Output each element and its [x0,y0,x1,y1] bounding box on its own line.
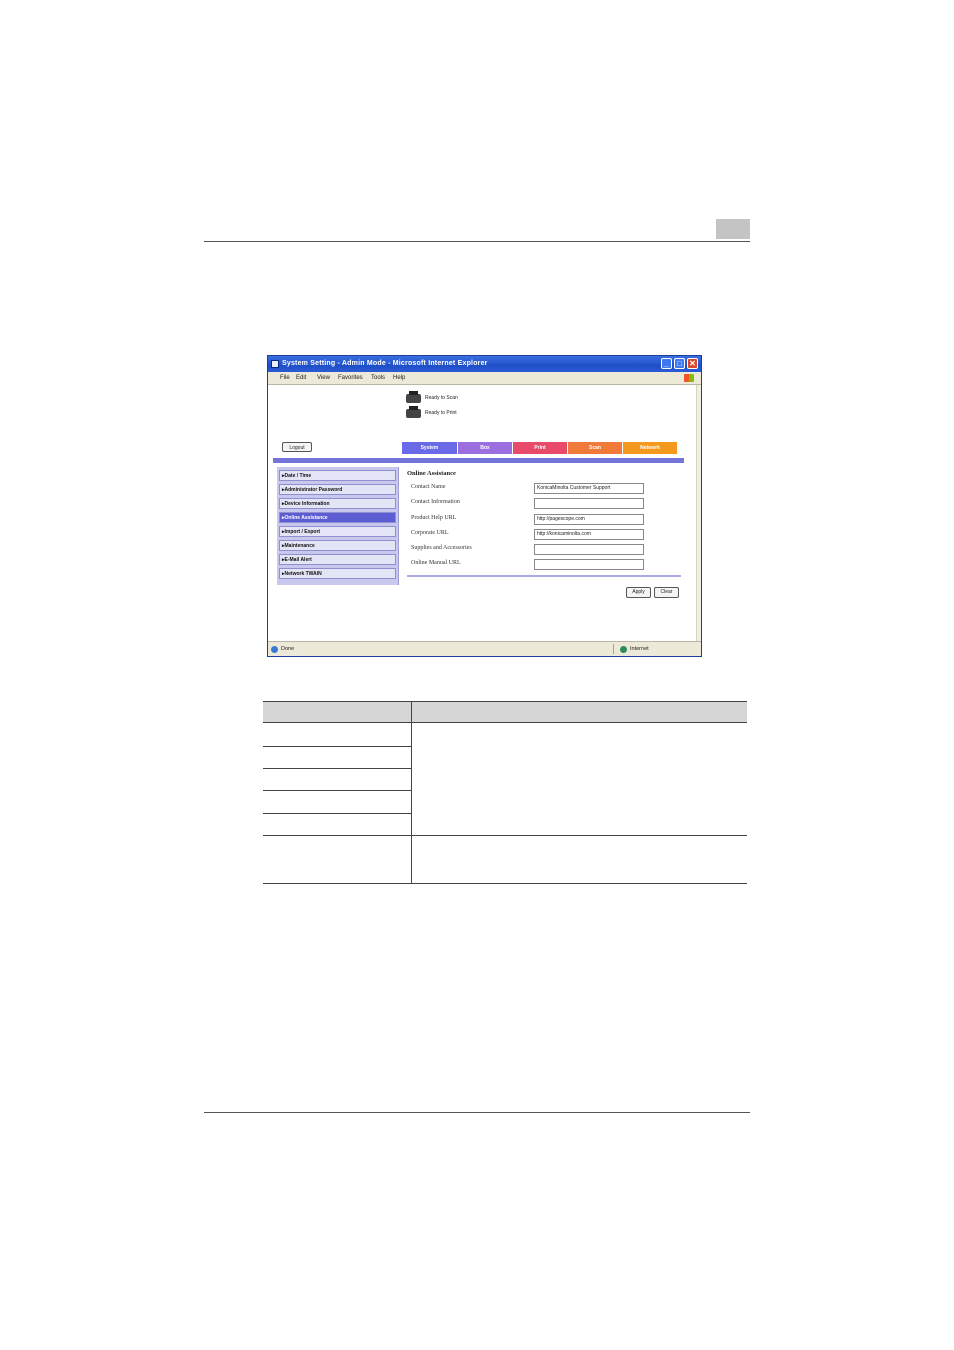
close-button[interactable]: ✕ [687,358,698,369]
window-title: System Setting - Admin Mode - Microsoft … [282,360,488,367]
online-manual-url-field[interactable] [534,559,644,570]
status-done-text: Done [281,646,295,652]
print-status-text: Ready to Print [425,410,457,416]
sidebar-item-email-alert[interactable]: ▸E-Mail Alert [279,554,396,565]
table-row-line [263,813,411,814]
contact-name-field[interactable]: KonicaMinolta Customer Support [534,483,644,494]
page-done-icon [271,646,278,653]
field-label: Contact Information [411,499,460,505]
page-content: Ready to Scan Ready to Print Logout Syst… [268,385,696,641]
sidebar-item-maintenance[interactable]: ▸Maintenance [279,540,396,551]
table-row-line [263,768,411,769]
description-table [263,701,747,884]
printer-icon [406,406,421,418]
internet-zone-icon [620,646,627,653]
scanner-icon [406,391,421,403]
field-label: Contact Name [411,484,446,490]
table-row-line [263,790,411,791]
tab-box[interactable]: Box [458,442,512,454]
sidebar-item-date-time[interactable]: ▸Date / Time [279,470,396,481]
corporate-url-field[interactable]: http://konicaminolta.com [534,529,644,540]
sidebar-item-device-information[interactable]: ▸Device Information [279,498,396,509]
status-bar: Done Internet [268,641,701,656]
menu-tools[interactable]: Tools [371,372,385,384]
tab-print[interactable]: Print [513,442,567,454]
table-row-line [263,746,411,747]
logout-button[interactable]: Logout [282,442,312,452]
field-label: Product Help URL [411,515,457,521]
form-divider [407,575,681,577]
field-label: Corporate URL [411,530,449,536]
settings-sidebar: ▸Date / Time ▸Administrator Password ▸De… [277,467,399,585]
field-label: Supplies and Accessories [411,545,472,551]
sidebar-item-online-assistance[interactable]: ▸Online Assistance [279,512,396,523]
scan-status-text: Ready to Scan [425,395,458,401]
table-bottom-line [263,883,747,884]
ie-app-icon [271,360,279,368]
apply-button[interactable]: Apply [626,587,651,598]
tab-system[interactable]: System [402,442,457,454]
menu-bar: File Edit View Favorites Tools Help [268,372,701,385]
minimize-button[interactable]: _ [661,358,672,369]
clear-button[interactable]: Clear [654,587,679,598]
sidebar-item-network-twain[interactable]: ▸Network TWAIN [279,568,396,579]
sidebar-item-import-export[interactable]: ▸Import / Export [279,526,396,537]
windows-logo-icon [684,374,694,382]
tab-network[interactable]: Network [623,442,677,454]
internet-zone-text: Internet [630,646,649,652]
table-header [263,701,747,723]
title-bar: System Setting - Admin Mode - Microsoft … [268,356,701,372]
menu-file[interactable]: File [280,372,290,384]
contact-information-field[interactable] [534,498,644,509]
menu-favorites[interactable]: Favorites [338,372,363,384]
browser-window: System Setting - Admin Mode - Microsoft … [267,355,702,657]
form-title: Online Assistance [407,470,456,477]
maximize-button[interactable]: □ [674,358,685,369]
supplies-accessories-field[interactable] [534,544,644,555]
tab-scan[interactable]: Scan [568,442,622,454]
table-row-line [263,835,747,836]
field-label: Online Manual URL [411,560,461,566]
footer-rule [204,1112,750,1113]
menu-edit[interactable]: Edit [296,372,306,384]
chapter-number-box [716,219,750,239]
menu-view[interactable]: View [317,372,330,384]
header-blue-bar [273,458,684,463]
menu-help[interactable]: Help [393,372,405,384]
status-separator [613,644,614,654]
header-rule [204,241,750,242]
product-help-url-field[interactable]: http://pagescope.com [534,514,644,525]
vertical-scrollbar[interactable] [696,385,701,641]
column-divider [411,701,412,884]
sidebar-item-administrator-password[interactable]: ▸Administrator Password [279,484,396,495]
